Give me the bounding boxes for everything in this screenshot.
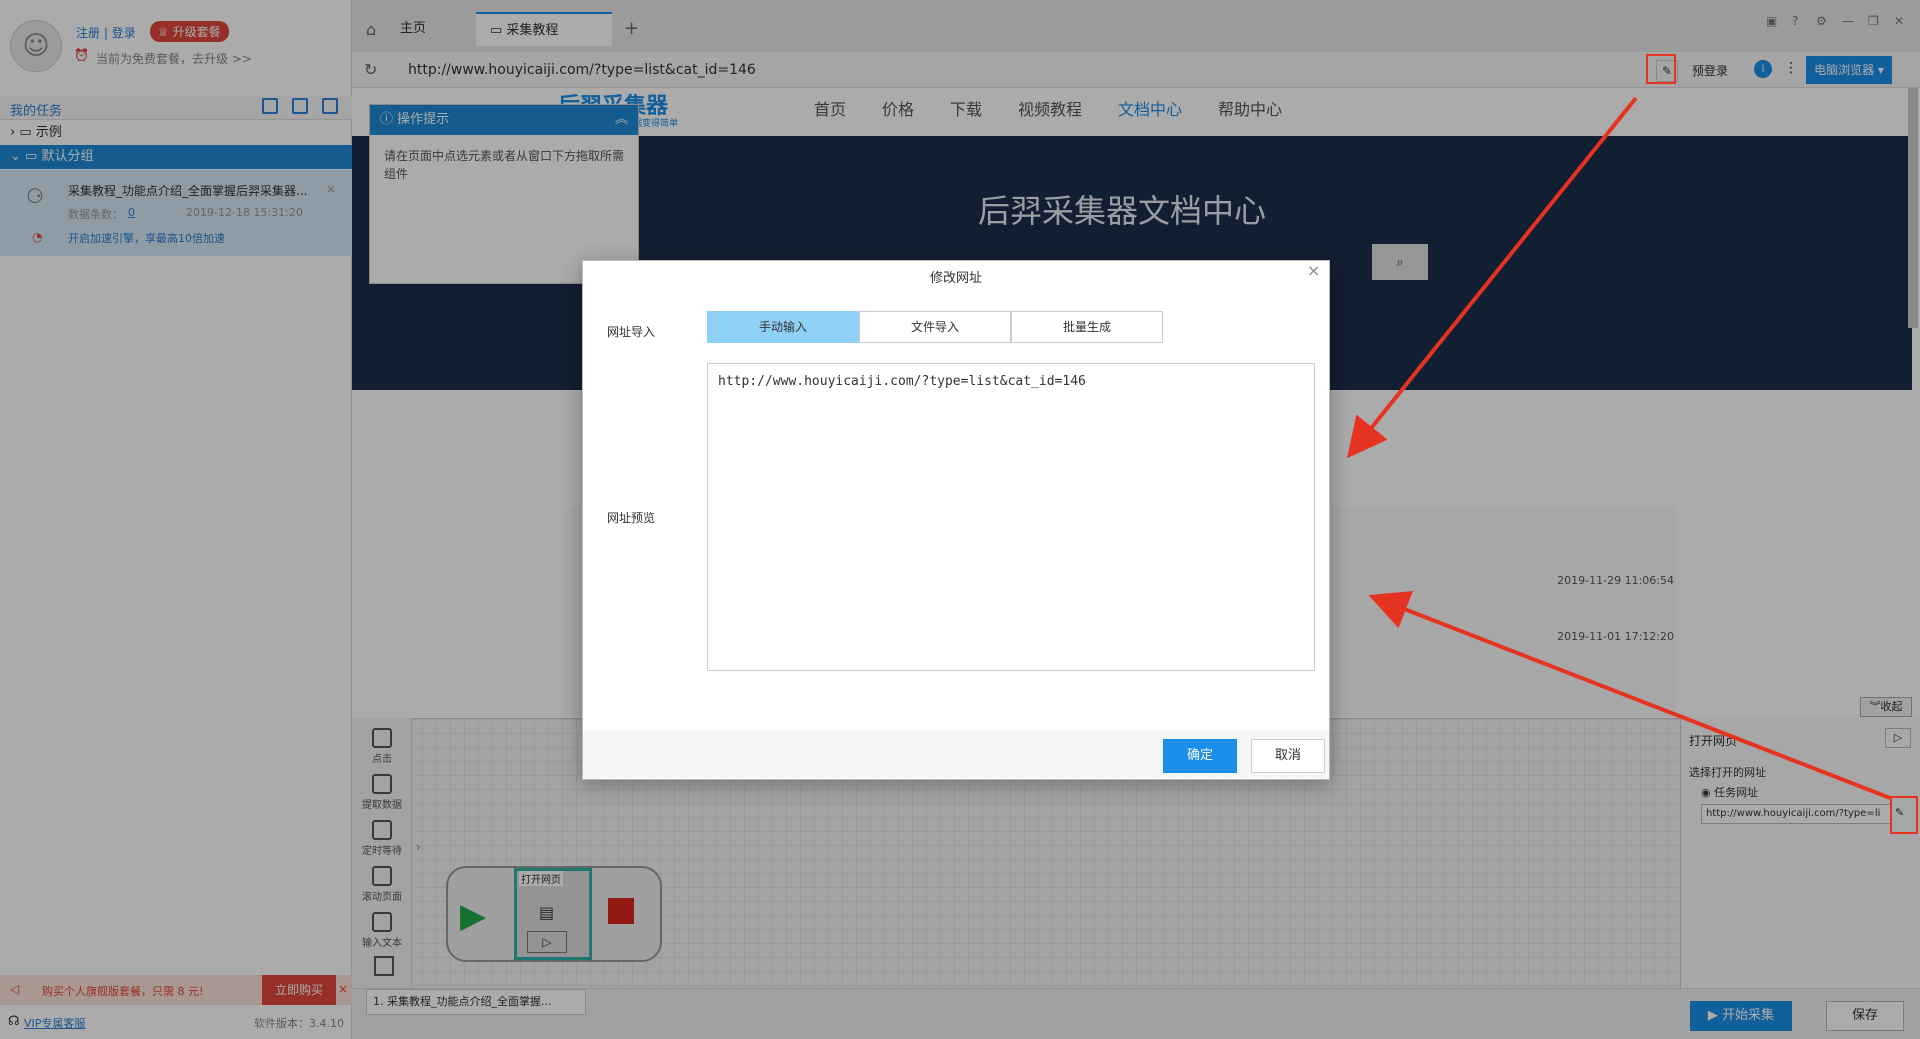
annotation-arrows	[1346, 96, 1891, 800]
arrow-line	[1368, 590, 1891, 800]
arrow-line	[1346, 96, 1638, 459]
